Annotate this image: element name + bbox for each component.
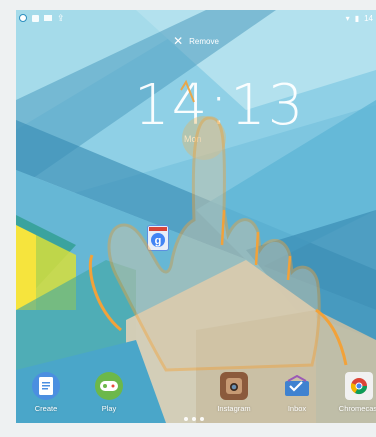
wallpaper xyxy=(16,10,376,423)
play-games-icon xyxy=(95,372,123,400)
svg-text:g: g xyxy=(155,235,162,247)
instagram-icon xyxy=(220,372,248,400)
docs-icon xyxy=(32,372,60,400)
page-dot xyxy=(192,417,196,421)
inbox-icon xyxy=(283,372,311,400)
dock-label: Inbox xyxy=(287,404,307,413)
dock-item-play[interactable]: Play xyxy=(84,372,134,413)
date-label: Mon xyxy=(184,134,202,144)
close-icon: ✕ xyxy=(173,34,184,48)
dock-label: Create xyxy=(34,404,58,413)
google-search-icon[interactable]: g xyxy=(145,223,171,253)
notification-icons: ⇪ xyxy=(19,12,65,23)
page-indicator xyxy=(184,417,204,421)
android-home-screen: ⇪ ▾ ▮ 14 ✕ Remove 14:13 Mon g Create Pla… xyxy=(16,10,376,423)
upload-icon: ⇪ xyxy=(57,12,65,23)
remove-label: Remove xyxy=(189,36,219,46)
dock-item-chromecast[interactable]: Chromecast xyxy=(334,372,376,413)
notification-app-icon xyxy=(19,14,27,22)
dock-label: Chromecast xyxy=(338,404,376,413)
notification-card-icon xyxy=(32,14,39,22)
dock-item-inbox[interactable]: Inbox xyxy=(272,372,322,413)
dock-item-instagram[interactable]: Instagram xyxy=(209,372,259,413)
status-bar: ⇪ ▾ ▮ 14 xyxy=(16,10,376,26)
app-dock: Create Play Instagram Inbox Chromecast xyxy=(16,372,376,422)
notification-image-icon xyxy=(44,15,52,21)
wifi-icon: ▾ xyxy=(345,13,350,23)
page-dot xyxy=(184,417,188,421)
dock-label: Instagram xyxy=(217,404,251,413)
dock-item-create[interactable]: Create xyxy=(21,372,71,413)
chromecast-icon xyxy=(345,372,373,400)
screenshot-frame: ⇪ ▾ ▮ 14 ✕ Remove 14:13 Mon g Create Pla… xyxy=(0,0,376,437)
page-dot xyxy=(200,417,204,421)
remove-drop-target[interactable]: ✕ Remove xyxy=(16,34,376,48)
clock-widget[interactable]: 14:13 xyxy=(134,73,305,138)
dock-label: Play xyxy=(101,404,117,413)
status-time: 14 xyxy=(364,13,373,23)
battery-icon: ▮ xyxy=(354,13,360,23)
system-icons: ▾ ▮ 14 xyxy=(346,14,373,23)
